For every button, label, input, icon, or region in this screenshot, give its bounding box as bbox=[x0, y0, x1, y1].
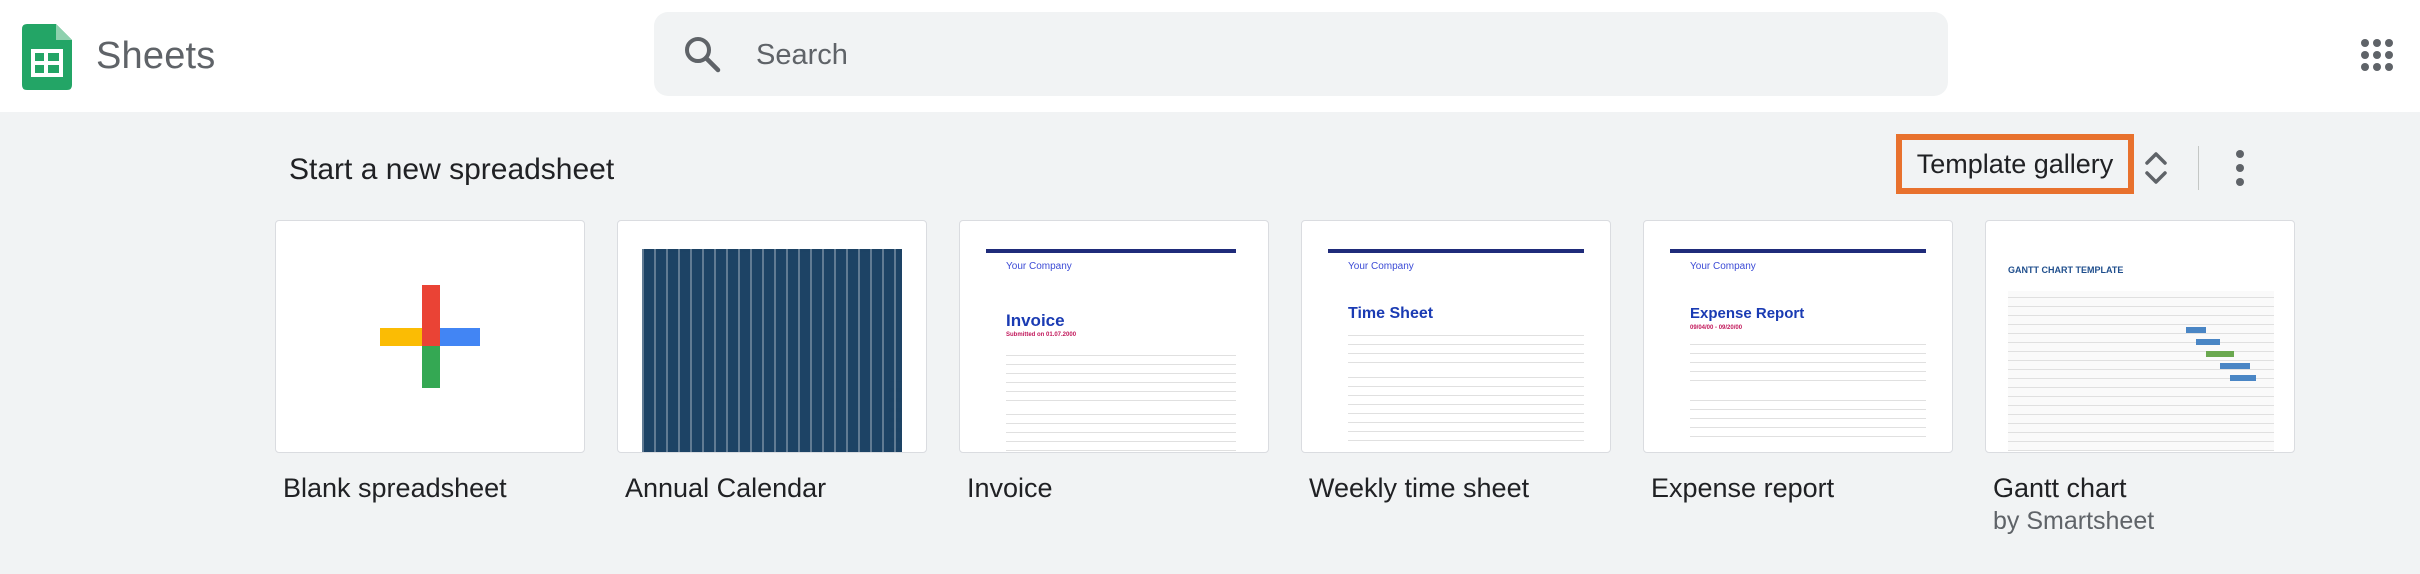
gantt-heading: GANTT CHART TEMPLATE bbox=[2008, 265, 2124, 275]
template-label-annual-calendar[interactable]: Annual Calendar bbox=[625, 470, 826, 506]
template-label-invoice[interactable]: Invoice bbox=[967, 470, 1053, 506]
template-card-expense-report[interactable]: Your Company Expense Report 09/04/00 - 0… bbox=[1643, 220, 1953, 453]
template-sublabel-gantt-chart: by Smartsheet bbox=[1993, 507, 2155, 535]
expense-company: Your Company bbox=[1690, 261, 1756, 272]
expense-accent: 09/04/00 - 09/20/00 bbox=[1690, 325, 1743, 331]
more-vert-icon[interactable] bbox=[2226, 148, 2254, 188]
template-card-annual-calendar[interactable] bbox=[617, 220, 927, 453]
expense-fields bbox=[1690, 341, 1926, 381]
top-bar: Sheets bbox=[0, 0, 2420, 112]
invoice-accent: Submitted on 01.07.2000 bbox=[1006, 332, 1077, 338]
expense-table bbox=[1690, 397, 1926, 437]
timesheet-fields bbox=[1348, 333, 1584, 363]
invoice-table bbox=[1006, 411, 1236, 451]
invoice-company: Your Company bbox=[1006, 261, 1072, 272]
timesheet-table bbox=[1348, 371, 1584, 441]
search-bar[interactable] bbox=[654, 12, 1948, 98]
template-gallery-button[interactable]: Template gallery bbox=[1896, 134, 2134, 194]
template-card-gantt-chart[interactable]: GANTT CHART TEMPLATE bbox=[1985, 220, 2295, 453]
expense-heading: Expense Report bbox=[1690, 305, 1805, 322]
template-label-expense-report[interactable]: Expense report bbox=[1651, 470, 1834, 506]
invoice-top-bar bbox=[986, 249, 1236, 253]
app-title[interactable]: Sheets bbox=[96, 28, 216, 84]
timesheet-heading: Time Sheet bbox=[1348, 305, 1434, 322]
unfold-more-icon[interactable] bbox=[2142, 148, 2170, 188]
section-title: Start a new spreadsheet bbox=[289, 153, 615, 186]
template-label-gantt-chart[interactable]: Gantt chart bbox=[1993, 470, 2127, 506]
expense-top-bar bbox=[1670, 249, 1926, 253]
search-icon[interactable] bbox=[682, 34, 722, 74]
gantt-bars bbox=[2186, 327, 2256, 381]
invoice-heading: Invoice bbox=[1006, 311, 1065, 330]
template-label-blank[interactable]: Blank spreadsheet bbox=[283, 470, 507, 506]
template-card-invoice[interactable]: Your Company Invoice Submitted on 01.07.… bbox=[959, 220, 1269, 453]
search-input[interactable] bbox=[754, 12, 1908, 98]
template-card-blank[interactable] bbox=[275, 220, 585, 453]
calendar-thumbnail bbox=[642, 249, 902, 452]
template-card-weekly-time-sheet[interactable]: Your Company Time Sheet bbox=[1301, 220, 1611, 453]
invoice-fields bbox=[1006, 351, 1236, 401]
template-gallery-section: Start a new spreadsheet Template gallery… bbox=[0, 112, 2420, 574]
toolbar-divider bbox=[2198, 146, 2199, 190]
sheets-logo-icon[interactable] bbox=[22, 24, 72, 90]
timesheet-company: Your Company bbox=[1348, 261, 1414, 272]
plus-icon bbox=[380, 285, 480, 388]
apps-grid-icon[interactable] bbox=[2360, 38, 2394, 72]
timesheet-top-bar bbox=[1328, 249, 1584, 253]
calendar-grid bbox=[642, 249, 902, 452]
template-label-weekly-time-sheet[interactable]: Weekly time sheet bbox=[1309, 470, 1529, 506]
